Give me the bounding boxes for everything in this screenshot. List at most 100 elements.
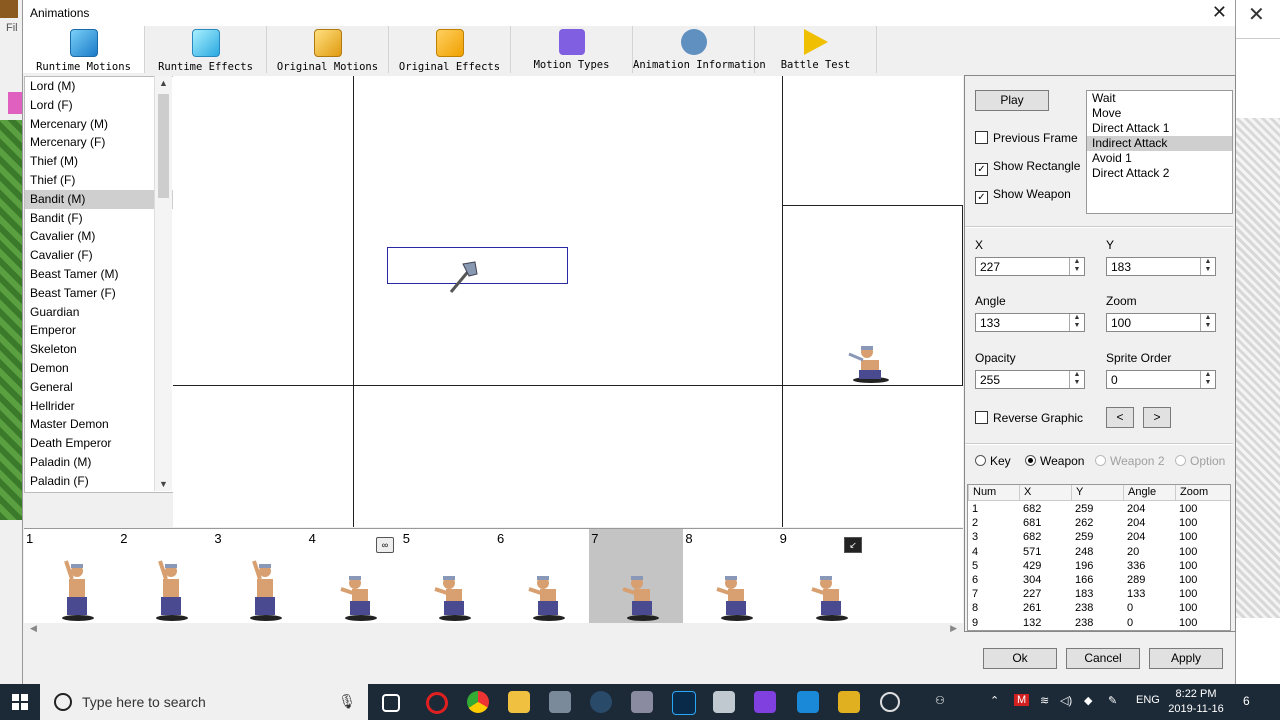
app-icon[interactable] bbox=[713, 691, 735, 713]
scroll-right-icon[interactable]: ▶ bbox=[950, 623, 957, 634]
toolbar-runtime-effects-button[interactable]: Runtime Effects bbox=[145, 26, 267, 73]
column-header[interactable]: Y bbox=[1071, 485, 1123, 500]
class-list-item[interactable]: General bbox=[25, 378, 173, 397]
toolbar-battle-test-button[interactable]: Battle Test bbox=[755, 26, 877, 73]
column-header[interactable]: Zoom bbox=[1175, 485, 1230, 500]
opacity-input[interactable]: 255 ▲ ▼ bbox=[975, 370, 1085, 389]
class-list-item[interactable]: Bandit (F) bbox=[25, 209, 173, 228]
toolbar-motion-types-button[interactable]: Motion Types bbox=[511, 26, 633, 73]
class-list-item[interactable]: Thief (M) bbox=[25, 152, 173, 171]
toolbar-animation-information-button[interactable]: Animation Information bbox=[633, 26, 766, 73]
next-button[interactable]: > bbox=[1143, 407, 1171, 428]
chrome-icon[interactable] bbox=[467, 691, 489, 713]
column-header[interactable]: X bbox=[1019, 485, 1071, 500]
task-view-icon[interactable] bbox=[382, 694, 400, 712]
table-row[interactable]: 7 227 183 133 100 bbox=[968, 587, 1230, 601]
twitch-icon[interactable] bbox=[754, 691, 776, 713]
taskbar-search-box[interactable]: Type here to search 🎙 bbox=[40, 684, 368, 720]
show-rectangle-checkbox[interactable]: ✓ Show Rectangle bbox=[975, 159, 1080, 176]
volume-icon[interactable]: ◁) bbox=[1060, 694, 1072, 707]
spinner-icon[interactable]: ▲ ▼ bbox=[1200, 314, 1215, 331]
class-list-item[interactable]: Demon bbox=[25, 359, 173, 378]
motion-list-item[interactable]: Direct Attack 2 bbox=[1087, 166, 1232, 181]
motion-list-item[interactable]: Move bbox=[1087, 106, 1232, 121]
pen-icon[interactable]: ✎ bbox=[1108, 694, 1117, 707]
file-menu[interactable]: Fil bbox=[6, 22, 18, 34]
motion-list[interactable]: Wait Move Direct Attack 1 Indirect Attack Av… bbox=[1086, 90, 1233, 214]
background-close-icon[interactable]: ✕ bbox=[1248, 2, 1265, 27]
toolbar-original-motions-button[interactable]: Original Motions bbox=[267, 26, 389, 73]
radio-key[interactable]: Key bbox=[975, 454, 1011, 468]
reverse-graphic-checkbox[interactable]: Reverse Graphic bbox=[975, 411, 1083, 425]
frame-timeline[interactable]: 9 8 7 6 5 4 3 2 1 ∞ ↙ bbox=[24, 528, 963, 624]
dropbox-icon[interactable]: ◆ bbox=[1084, 694, 1092, 707]
windows-start-icon[interactable] bbox=[12, 694, 28, 710]
show-weapon-checkbox[interactable]: ✓ Show Weapon bbox=[975, 187, 1071, 204]
axe-weapon-icon[interactable] bbox=[445, 260, 479, 296]
timeline-frame[interactable]: 3 bbox=[212, 529, 306, 623]
scroll-up-icon[interactable]: ▲ bbox=[159, 78, 168, 88]
class-list-item[interactable]: Death Emperor bbox=[25, 434, 173, 453]
table-row[interactable]: 9 132 238 0 100 bbox=[968, 616, 1230, 630]
discord-icon[interactable] bbox=[631, 691, 653, 713]
spinner-icon[interactable]: ▲ ▼ bbox=[1069, 371, 1084, 388]
table-row[interactable]: 5 429 196 336 100 bbox=[968, 559, 1230, 573]
table-row[interactable]: 4 571 248 20 100 bbox=[968, 545, 1230, 559]
motion-list-item[interactable]: Indirect Attack bbox=[1087, 136, 1232, 151]
table-row[interactable]: 6 304 166 289 100 bbox=[968, 573, 1230, 587]
class-list-item[interactable]: Emperor bbox=[25, 321, 173, 340]
class-list-item[interactable]: Paladin (M) bbox=[25, 453, 173, 472]
class-list-item[interactable]: Mercenary (F) bbox=[25, 133, 173, 152]
wifi-icon[interactable]: ≋ bbox=[1040, 694, 1049, 707]
frame-table[interactable]: Num X Y Angle Zoom 1 682 259 204 100 2 681 262 204 100… bbox=[967, 484, 1231, 631]
class-list-item[interactable]: Hellrider bbox=[25, 397, 173, 416]
cancel-button[interactable]: Cancel bbox=[1066, 648, 1140, 669]
previous-frame-checkbox[interactable]: Previous Frame bbox=[975, 131, 1078, 145]
class-list-item[interactable]: Lord (M) bbox=[25, 77, 173, 96]
class-list-item[interactable]: Mercenary (M) bbox=[25, 115, 173, 134]
clock[interactable]: 8:22 PM 2019-11-16 bbox=[1166, 687, 1226, 717]
column-header[interactable]: Angle bbox=[1123, 485, 1175, 500]
previous-button[interactable]: < bbox=[1106, 407, 1134, 428]
spinner-icon[interactable]: ▲ ▼ bbox=[1069, 258, 1084, 275]
column-header[interactable]: Num bbox=[968, 485, 1019, 500]
toolbar-runtime-motions-button[interactable]: Runtime Motions bbox=[23, 26, 145, 73]
spinner-icon[interactable]: ▲ ▼ bbox=[1200, 258, 1215, 275]
ok-button[interactable]: Ok bbox=[983, 648, 1057, 669]
class-list-item[interactable]: Thief (F) bbox=[25, 171, 173, 190]
class-list[interactable]: Lord (M) Lord (F) Mercenary (M) Mercenary (… bbox=[24, 76, 174, 493]
class-list-item[interactable]: Beast Tamer (M) bbox=[25, 265, 173, 284]
app-icon[interactable] bbox=[549, 691, 571, 713]
class-list-item[interactable]: Cavalier (M) bbox=[25, 227, 173, 246]
timeline-frame[interactable]: 7 bbox=[589, 529, 684, 623]
language-indicator[interactable]: ENG bbox=[1136, 694, 1160, 706]
scrollbar-thumb[interactable] bbox=[158, 94, 169, 198]
timeline-scrollbar[interactable]: ◀ ▶ bbox=[24, 623, 963, 637]
toolbar-original-effects-button[interactable]: Original Effects bbox=[389, 26, 511, 73]
class-list-item[interactable]: Paladin (F) bbox=[25, 472, 173, 491]
app-icon[interactable] bbox=[797, 691, 819, 713]
radio-weapon[interactable]: Weapon bbox=[1025, 454, 1084, 468]
obs-icon[interactable] bbox=[880, 692, 900, 712]
x-input[interactable]: 227 ▲ ▼ bbox=[975, 257, 1085, 276]
sprite-order-input[interactable]: 0 ▲ ▼ bbox=[1106, 370, 1216, 389]
timeline-frame[interactable]: 1 bbox=[24, 529, 118, 623]
people-icon[interactable]: ⚇ bbox=[935, 694, 945, 707]
zoom-input[interactable]: 100 ▲ ▼ bbox=[1106, 313, 1216, 332]
class-list-scrollbar[interactable]: ▲ ▼ bbox=[154, 76, 172, 491]
class-list-item[interactable]: Bandit (M) bbox=[25, 189, 173, 209]
class-list-item[interactable]: Guardian bbox=[25, 303, 173, 322]
class-list-item[interactable]: Master Demon bbox=[25, 415, 173, 434]
apply-button[interactable]: Apply bbox=[1149, 648, 1223, 669]
timeline-frame[interactable]: 2 bbox=[118, 529, 212, 623]
notification-count[interactable]: 6 bbox=[1243, 694, 1250, 708]
y-input[interactable]: 183 ▲ ▼ bbox=[1106, 257, 1216, 276]
animation-canvas[interactable] bbox=[173, 76, 963, 527]
timeline-frame[interactable]: 6 bbox=[495, 529, 589, 623]
tray-app-icon[interactable]: M bbox=[1014, 694, 1030, 706]
photoshop-icon[interactable] bbox=[672, 691, 696, 715]
scroll-left-icon[interactable]: ◀ bbox=[30, 623, 37, 634]
steam-icon[interactable] bbox=[590, 691, 612, 713]
class-list-item[interactable]: Skeleton bbox=[25, 340, 173, 359]
table-row[interactable]: 8 261 238 0 100 bbox=[968, 601, 1230, 615]
